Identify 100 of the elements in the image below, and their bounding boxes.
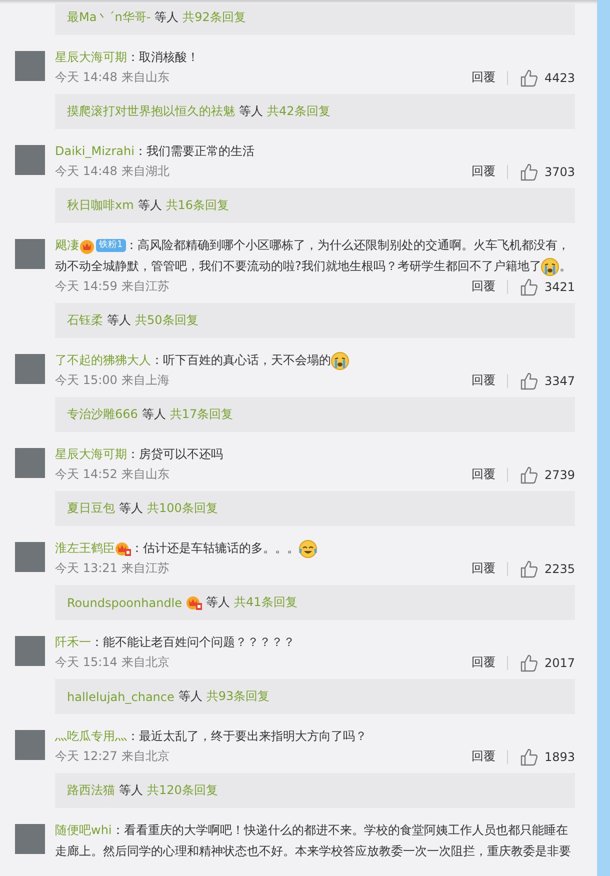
user-name[interactable]: 飓凄 [55, 238, 79, 252]
comment-text: ：高风险都精确到哪个小区哪栋了，为什么还限制别处的交通啊。火车飞机都没有， [126, 238, 570, 252]
comment-time: 今天 15:00 [55, 372, 118, 389]
replies-bar[interactable]: 夏日豆包 等人 共100条回复 [55, 491, 575, 526]
comment-text: ：能不能让老百姓问个问题？？？？？ [91, 635, 295, 649]
comment-text: ：估计还是车轱辘话的多。。。 [131, 541, 299, 555]
replies-suffix: 等人 [142, 406, 166, 423]
comment-source: 来自江苏 [121, 560, 170, 577]
replier-names[interactable]: 摸爬滚打对世界抱以恒久的祛魅 [67, 103, 235, 120]
like-count: 3703 [544, 164, 575, 178]
avatar-photo[interactable] [15, 636, 45, 666]
replies-suffix: 等人 [107, 312, 131, 329]
reply-count-link[interactable]: 共16条回复 [166, 197, 230, 214]
like-count: 2017 [544, 656, 575, 670]
laughing-crying-emoji-icon [299, 540, 317, 558]
replier-names[interactable]: 路西法猫 [67, 782, 115, 799]
user-name[interactable]: Daiki_Mizrahi [55, 144, 134, 158]
comment-text: ：房贷可以不还吗 [127, 447, 223, 461]
replies-bar[interactable]: 摸爬滚打对世界抱以恒久的祛魅 等人 共42条回复 [55, 94, 575, 129]
avatar-photo[interactable] [15, 448, 45, 478]
reply-count-link[interactable]: 共50条回复 [135, 312, 198, 329]
crown-icon [115, 540, 131, 557]
thumbs-up-icon[interactable] [520, 278, 538, 296]
replies-suffix: 等人 [119, 782, 143, 799]
user-name[interactable]: 淮左王鹤臣 [55, 541, 115, 555]
avatar-photo[interactable] [15, 730, 45, 760]
user-name[interactable]: 随便吧whi [55, 823, 112, 837]
reply-link[interactable]: 回覆 [471, 69, 496, 86]
reply-count-link[interactable]: 共100条回复 [147, 500, 218, 517]
avatar-photo[interactable] [15, 51, 45, 81]
reply-link[interactable]: 回覆 [471, 278, 496, 295]
thumbs-up-icon[interactable] [520, 466, 538, 484]
reply-link[interactable]: 回覆 [471, 654, 496, 671]
user-name[interactable]: 了不起的狒狒大人 [55, 353, 151, 367]
crown-icon [186, 594, 202, 610]
fan-badge: 铁粉1 [96, 239, 126, 252]
replies-bar[interactable]: 路西法猫 等人 共120条回复 [55, 773, 575, 808]
comment-time: 今天 14:59 [55, 278, 118, 295]
reply-link[interactable]: 回覆 [471, 560, 496, 577]
comment-time: 今天 14:48 [55, 163, 118, 180]
avatar-photo[interactable] [15, 354, 45, 384]
replier-names[interactable]: 最Ma丶ˊn华哥- [67, 9, 151, 26]
comment-source: 来自山东 [121, 466, 170, 483]
thumbs-up-icon[interactable] [520, 654, 538, 672]
comment-time: 今天 15:14 [55, 654, 118, 671]
reply-link[interactable]: 回覆 [471, 372, 496, 389]
comment-source: 来自湖北 [121, 163, 170, 180]
replies-suffix: 等人 [239, 103, 263, 120]
comment-text: ：听下百姓的真心话，天不会塌的 [151, 353, 331, 367]
replier-names[interactable]: 专治沙雕666 [67, 406, 138, 423]
replier-names[interactable]: 石钰柔 [67, 312, 103, 329]
like-count: 4423 [544, 70, 575, 84]
replier-names[interactable]: 夏日豆包 [67, 500, 115, 517]
scrollbar[interactable] [597, 0, 610, 876]
replier-names[interactable]: hallelujah_chance [67, 690, 174, 704]
comment-time: 今天 14:48 [55, 69, 118, 86]
reply-link[interactable]: 回覆 [471, 748, 496, 765]
like-count: 2739 [544, 468, 575, 482]
replies-bar[interactable]: hallelujah_chance 等人 共93条回复 [55, 679, 575, 714]
thumbs-up-icon[interactable] [520, 372, 538, 390]
avatar-photo[interactable] [15, 824, 45, 854]
comment-text: 动不动全城静默，管管吧，我们不要流动的啦?我们就地生根吗？考研学生都回不了户籍地了 [55, 259, 542, 273]
avatar-photo[interactable] [15, 239, 45, 269]
comment-source: 来自山东 [121, 69, 170, 86]
avatar-photo[interactable] [15, 542, 45, 572]
replier-names[interactable]: 秋日咖啡xm [67, 197, 134, 214]
user-name[interactable]: 灬吃瓜专用灬 [55, 729, 127, 743]
replies-bar[interactable]: 专治沙雕666 等人 共17条回复 [55, 397, 575, 432]
comment-time: 今天 14:52 [55, 466, 118, 483]
comment-text: ：取消核酸！ [127, 50, 199, 64]
comment-text: ：我们需要正常的生活 [134, 144, 254, 158]
thumbs-up-icon[interactable] [520, 748, 538, 766]
comment-text: 走廊上。然后同学的心理和精神状态也不好。本来学校答应放教委一次一次阻拦，重庆教委是非要 [55, 844, 571, 858]
thumbs-up-icon[interactable] [520, 162, 538, 180]
reply-count-link[interactable]: 共93条回复 [206, 688, 270, 705]
comment-source: 来自北京 [121, 654, 170, 671]
like-count: 3347 [544, 374, 575, 388]
reply-count-link[interactable]: 共17条回复 [170, 406, 234, 423]
avatar-photo[interactable] [15, 145, 45, 175]
reply-count-link[interactable]: 共92条回复 [182, 9, 246, 26]
crying-emoji-icon [541, 258, 560, 276]
reply-count-link[interactable]: 共42条回复 [267, 103, 330, 120]
reply-count-link[interactable]: 共41条回复 [234, 594, 298, 611]
replies-bar[interactable]: Roundspoonhandle 等人 共41条回复 [55, 585, 575, 620]
reply-link[interactable]: 回覆 [471, 466, 496, 483]
user-name[interactable]: 星辰大海可期 [55, 447, 127, 461]
user-name[interactable]: 星辰大海可期 [55, 50, 127, 64]
comment-source: 来自江苏 [121, 278, 170, 295]
comment-source: 来自北京 [121, 748, 170, 765]
replies-suffix: 等人 [138, 197, 162, 214]
replies-bar[interactable]: 石钰柔 等人 共50条回复 [55, 303, 575, 338]
replies-bar[interactable]: 秋日咖啡xm 等人 共16条回复 [55, 188, 575, 223]
user-name[interactable]: 阡禾一 [55, 635, 91, 649]
comment-text: ：最近太乱了，终于要出来指明大方向了吗？ [127, 729, 367, 743]
replier-names[interactable]: Roundspoonhandle [67, 596, 182, 610]
thumbs-up-icon[interactable] [520, 560, 538, 578]
reply-link[interactable]: 回覆 [471, 163, 496, 180]
crown-icon [79, 238, 95, 254]
reply-count-link[interactable]: 共120条回复 [147, 782, 218, 799]
thumbs-up-icon[interactable] [520, 68, 538, 86]
